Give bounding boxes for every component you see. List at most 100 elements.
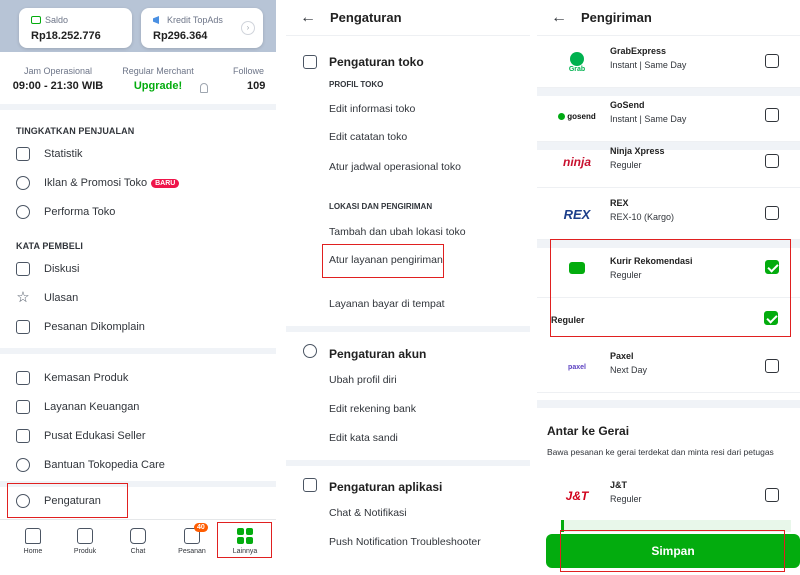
stat-value: 109 xyxy=(247,80,266,92)
back-arrow-icon[interactable]: ← xyxy=(551,9,573,27)
settings-item[interactable]: Edit informasi toko xyxy=(329,103,415,115)
courier-checkbox[interactable] xyxy=(765,359,779,373)
settings-item[interactable]: Atur jadwal operasional toko xyxy=(329,161,461,173)
courier-name: Paxel xyxy=(610,351,634,361)
kredit-label: Kredit TopAds xyxy=(167,15,223,25)
discussion-icon xyxy=(16,262,30,276)
section-heading-penjualan: TINGKATKAN PENJUALAN xyxy=(16,126,135,136)
settings-item[interactable]: Edit catatan toko xyxy=(329,131,407,143)
divider xyxy=(286,326,530,332)
order-count-badge: 40 xyxy=(194,523,208,532)
store-icon xyxy=(303,55,317,69)
menu-item-iklan[interactable]: Iklan & Promosi Toko BARU xyxy=(16,172,180,194)
courier-name: Ninja Xpress xyxy=(610,146,665,156)
menu-item-label: Bantuan Tokopedia Care xyxy=(44,459,165,471)
stat-jam-operasional[interactable]: Jam Operasional 09:00 - 21:30 WIB xyxy=(12,66,104,92)
saldo-card[interactable]: Saldo Rp18.252.776 xyxy=(19,8,132,48)
courier-service: Next Day xyxy=(610,365,648,375)
stat-label: Jam Operasional xyxy=(23,66,93,76)
menu-item-label: Performa Toko xyxy=(44,206,116,218)
stat-label: Followe xyxy=(233,66,265,76)
menu-item-kemasan[interactable]: Kemasan Produk xyxy=(16,367,128,389)
home-icon xyxy=(25,528,41,544)
shipping-panel: ← Pengiriman Grab GrabExpress Instant | … xyxy=(537,0,800,575)
menu-item-keuangan[interactable]: Layanan Keuangan xyxy=(16,396,139,418)
menu-item-edukasi[interactable]: Pusat Edukasi Seller xyxy=(16,425,146,447)
menu-item-statistik[interactable]: Statistik xyxy=(16,143,83,165)
divider xyxy=(286,460,530,466)
saldo-label: Saldo xyxy=(45,15,69,25)
megaphone-icon xyxy=(153,16,159,24)
stat-followers[interactable]: Followe 109 xyxy=(233,66,273,92)
nav-pesanan[interactable]: 40 Pesanan xyxy=(167,523,217,555)
subheading-lokasi: LOKASI DAN PENGIRIMAN xyxy=(329,202,433,211)
chevron-right-icon[interactable]: › xyxy=(241,21,255,35)
gosend-logo: gosend xyxy=(551,105,603,127)
new-badge: BARU xyxy=(151,178,180,188)
highlight-box xyxy=(322,244,444,278)
menu-item-performa[interactable]: Performa Toko xyxy=(16,201,115,223)
courier-row-jnt[interactable]: J&T J&T Reguler xyxy=(537,470,800,522)
antar-gerai-title: Antar ke Gerai xyxy=(547,424,630,438)
back-arrow-icon[interactable]: ← xyxy=(300,9,322,27)
nav-label: Pesanan xyxy=(178,548,206,555)
product-icon xyxy=(77,528,93,544)
page-title: Pengiriman xyxy=(581,10,652,25)
nav-label: Produk xyxy=(73,548,97,555)
menu-item-label: Pesanan Dikomplain xyxy=(44,321,145,333)
courier-row-ninja[interactable]: ninja Ninja Xpress Reguler xyxy=(537,136,800,188)
nav-label: Chat xyxy=(130,548,146,555)
nav-produk[interactable]: Produk xyxy=(60,528,110,555)
education-icon xyxy=(16,429,30,443)
divider xyxy=(0,104,276,110)
paxel-logo: paxel xyxy=(568,363,586,371)
menu-item-bantuan[interactable]: Bantuan Tokopedia Care xyxy=(16,454,165,476)
package-icon xyxy=(16,371,30,385)
courier-checkbox[interactable] xyxy=(765,108,779,122)
finance-icon xyxy=(16,400,30,414)
chart-icon xyxy=(16,147,30,161)
nav-home[interactable]: Home xyxy=(8,528,58,555)
courier-row-rex[interactable]: REX REX REX-10 (Kargo) xyxy=(537,188,800,240)
subheading-profil: PROFIL TOKO xyxy=(329,80,384,89)
section-heading-pembeli: KATA PEMBELI xyxy=(16,241,84,251)
courier-name: J&T xyxy=(610,480,628,490)
settings-item[interactable]: Edit rekening bank xyxy=(329,403,416,415)
jnt-logo: J&T xyxy=(565,489,589,503)
help-icon xyxy=(16,458,30,472)
menu-item-ulasan[interactable]: ☆ Ulasan xyxy=(16,287,78,309)
courier-row-paxel[interactable]: paxel Paxel Next Day xyxy=(537,341,800,393)
courier-checkbox[interactable] xyxy=(765,488,779,502)
courier-service: Reguler xyxy=(610,160,642,170)
courier-checkbox[interactable] xyxy=(765,54,779,68)
group-title-aplikasi: Pengaturan aplikasi xyxy=(329,480,443,494)
settings-item[interactable]: Tambah dan ubah lokasi toko xyxy=(329,226,466,238)
seller-menu-panel: Saldo Rp18.252.776 Kredit TopAds Rp296.3… xyxy=(0,0,276,575)
gauge-icon xyxy=(16,205,30,219)
upgrade-link[interactable]: Upgrade! xyxy=(118,80,198,92)
courier-row-grab[interactable]: Grab GrabExpress Instant | Same Day xyxy=(537,36,800,88)
menu-item-diskusi[interactable]: Diskusi xyxy=(16,258,79,280)
stat-merchant[interactable]: Regular Merchant Upgrade! xyxy=(118,66,198,92)
menu-item-dikomplain[interactable]: Pesanan Dikomplain xyxy=(16,316,145,338)
highlight-box xyxy=(7,483,128,518)
courier-service: REX-10 (Kargo) xyxy=(610,212,675,222)
stat-value: 09:00 - 21:30 WIB xyxy=(12,80,104,92)
courier-name: GrabExpress xyxy=(610,46,667,56)
nav-chat[interactable]: Chat xyxy=(113,528,163,555)
lightbulb-icon xyxy=(200,83,208,93)
stat-label: Regular Merchant xyxy=(122,66,194,76)
settings-item[interactable]: Push Notification Troubleshooter xyxy=(329,536,481,548)
courier-checkbox[interactable] xyxy=(765,206,779,220)
settings-item[interactable]: Edit kata sandi xyxy=(329,432,398,444)
antar-gerai-description: Bawa pesanan ke gerai terdekat dan minta… xyxy=(547,447,774,457)
menu-item-label: Diskusi xyxy=(44,263,80,275)
courier-service: Instant | Same Day xyxy=(610,114,687,124)
settings-item[interactable]: Chat & Notifikasi xyxy=(329,507,407,519)
order-icon: 40 xyxy=(184,523,208,544)
courier-row-gosend[interactable]: gosend GoSend Instant | Same Day xyxy=(537,90,800,142)
settings-item[interactable]: Layanan bayar di tempat xyxy=(329,298,445,310)
kredit-topads-card[interactable]: Kredit TopAds Rp296.364 › xyxy=(141,8,263,48)
settings-item[interactable]: Ubah profil diri xyxy=(329,374,397,386)
courier-checkbox[interactable] xyxy=(765,154,779,168)
